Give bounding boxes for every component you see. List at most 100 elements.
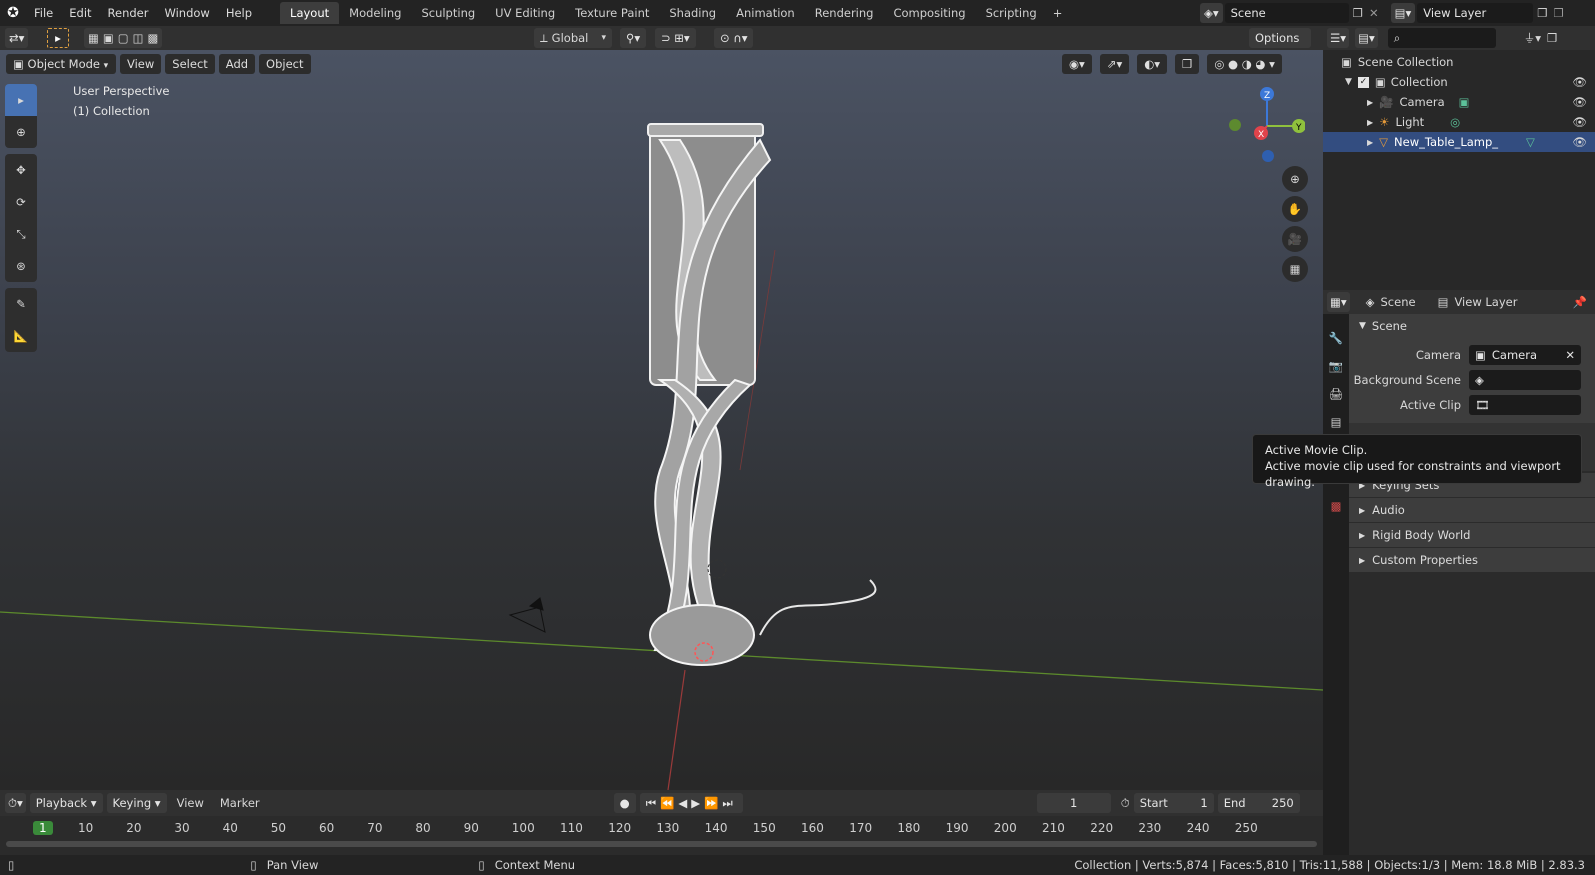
expand-icon[interactable]: ▶ (1367, 138, 1373, 147)
outliner-row-camera[interactable]: ▶ 🎥 Camera ▣ 👁 (1323, 92, 1595, 112)
keying-menu[interactable]: Keying ▾ (106, 793, 167, 813)
eye-icon[interactable]: 👁 (1572, 75, 1587, 89)
pan-hand-icon[interactable]: ✋ (1282, 196, 1308, 222)
scene-copy-icon[interactable]: ❐ (1353, 6, 1363, 20)
menu-edit[interactable]: Edit (61, 2, 99, 24)
visibility-icon[interactable]: ◉▾ (1062, 54, 1092, 74)
outliner-row-new-table-lamp[interactable]: ▶ ▽ New_Table_Lamp_ ▽ 👁 (1323, 132, 1595, 152)
move-tool[interactable]: ✥ (5, 154, 37, 186)
scale-tool[interactable]: ⤡ (5, 218, 37, 250)
menu-render[interactable]: Render (100, 2, 157, 24)
rigid-body-world-panel[interactable]: ▶ Rigid Body World (1349, 523, 1595, 547)
zoom-icon[interactable]: ⊕ (1282, 166, 1308, 192)
mesh-data-icon[interactable]: ▽ (1526, 135, 1535, 149)
shading-modes[interactable]: ◎ ● ◑ ◕ ▾ (1207, 54, 1282, 74)
timeline-view-menu[interactable]: View (171, 796, 210, 810)
marker-menu[interactable]: Marker (214, 796, 266, 810)
scene-name-field[interactable]: Scene (1224, 3, 1349, 23)
camera-view-icon[interactable]: 🎥 (1282, 226, 1308, 252)
view-layer-tab-icon[interactable]: ▤ (1323, 408, 1349, 436)
output-tab-icon[interactable]: 🖨 (1323, 380, 1349, 408)
gizmo-toggle-icon[interactable]: ⇗▾ (1099, 54, 1130, 74)
measure-tool[interactable]: 📐 (5, 320, 37, 352)
tab-compositing[interactable]: Compositing (883, 2, 975, 24)
light-data-icon[interactable]: ◎ (1450, 115, 1460, 129)
frame-ruler[interactable]: 1 10 20 30 40 50 60 70 80 90 100 110 120 130 140 150 160… (0, 816, 1323, 838)
scene-panel-header[interactable]: ▼ Scene (1349, 314, 1595, 338)
options-dropdown[interactable]: Options ▾ (1249, 28, 1311, 65)
menu-select[interactable]: Select (165, 54, 215, 74)
tool-tab-icon[interactable]: 🔧 (1323, 324, 1349, 352)
background-scene-field[interactable]: ◈ (1469, 369, 1581, 390)
end-frame-field[interactable]: End 250 (1217, 793, 1300, 813)
overlay-toggle-icon[interactable]: ◐▾ (1137, 54, 1168, 74)
proportional-edit-button[interactable]: ⊙ ∩▾ (714, 28, 754, 48)
tab-modeling[interactable]: Modeling (339, 2, 411, 24)
select-new-icon[interactable]: ▦ (88, 31, 99, 45)
xray-toggle-icon[interactable]: ❐ (1175, 54, 1200, 74)
outliner-row-light[interactable]: ▶ ☀ Light ◎ 👁 (1323, 112, 1595, 132)
playback-controls[interactable]: ⏮⏪◀▶⏩⏭ (639, 793, 743, 813)
timeline-scrollbar[interactable] (6, 841, 1317, 847)
tab-scripting[interactable]: Scripting (976, 2, 1047, 24)
tab-sculpting[interactable]: Sculpting (411, 2, 485, 24)
tab-rendering[interactable]: Rendering (805, 2, 884, 24)
outliner-row-collection[interactable]: ▼ ✓ ▣ Collection 👁 (1323, 72, 1595, 92)
menu-view[interactable]: View (120, 54, 162, 74)
filter-icon[interactable]: ⏚▾ (1524, 30, 1541, 46)
transform-tool[interactable]: ⊛ (5, 250, 37, 282)
eye-icon[interactable]: 👁 (1572, 135, 1587, 149)
tab-texture-paint[interactable]: Texture Paint (565, 2, 659, 24)
tab-shading[interactable]: Shading (659, 2, 726, 24)
render-tab-icon[interactable]: 📷 (1323, 352, 1349, 380)
navigation-gizmo[interactable]: Z Y X (1225, 86, 1305, 166)
tab-layout[interactable]: Layout (280, 2, 340, 24)
expand-icon[interactable]: ▶ (1367, 98, 1373, 107)
editor-type-button[interactable]: ⇄▾ (5, 28, 29, 48)
menu-window[interactable]: Window (156, 2, 217, 24)
pin-icon[interactable]: 📌 (1573, 295, 1587, 309)
mode-dropdown[interactable]: ▣ Object Mode ▾ (6, 54, 116, 74)
select-box-tool[interactable]: ▸ (5, 84, 37, 116)
properties-editor-type-button[interactable]: ▦▾ (1327, 292, 1350, 312)
new-collection-icon[interactable]: ❐ (1547, 31, 1557, 45)
camera-data-icon[interactable]: ▣ (1459, 95, 1470, 109)
annotate-tool[interactable]: ✎ (5, 288, 37, 320)
display-mode-button[interactable]: ▤▾ (1355, 28, 1378, 48)
transform-orientation-dropdown[interactable]: ⟂ Global ▾ (534, 28, 612, 48)
texture-tab-icon[interactable]: ▩ (1323, 492, 1349, 520)
menu-object[interactable]: Object (259, 54, 311, 74)
select-intersect-icon[interactable]: ▩ (148, 31, 159, 45)
custom-properties-panel[interactable]: ▶ Custom Properties (1349, 548, 1595, 572)
expand-icon[interactable]: ▼ (1345, 77, 1352, 87)
checkbox-icon[interactable]: ✓ (1357, 76, 1369, 88)
start-frame-field[interactable]: Start 1 (1133, 793, 1214, 813)
view-layer-name-field[interactable]: View Layer (1417, 3, 1534, 23)
cursor-tool[interactable]: ⊕ (5, 116, 37, 148)
expand-icon[interactable]: ▶ (1367, 118, 1373, 127)
add-workspace-button[interactable]: + (1047, 2, 1069, 24)
3d-viewport[interactable]: ▣ Object Mode ▾ View Select Add Object ◉… (0, 50, 1323, 790)
outliner-search-input[interactable]: ⌕ (1387, 28, 1496, 48)
select-tool-icon[interactable]: ▸ (47, 28, 69, 48)
view-layer-copy-icon[interactable]: ❐ (1537, 6, 1547, 20)
eye-icon[interactable]: 👁 (1572, 115, 1587, 129)
outliner-editor-type-button[interactable]: ☰▾ (1327, 28, 1350, 48)
menu-add[interactable]: Add (218, 54, 256, 74)
timeline-editor-type-button[interactable]: ⏱▾ (5, 793, 26, 813)
eye-icon[interactable]: 👁 (1572, 95, 1587, 109)
pivot-point-button[interactable]: ⚲▾ (620, 28, 647, 48)
menu-file[interactable]: File (26, 2, 61, 24)
active-clip-field[interactable]: 🎞 (1469, 394, 1581, 415)
breadcrumb-view-layer[interactable]: View Layer (1454, 295, 1517, 309)
camera-prop-field[interactable]: ▣ Camera ✕ (1469, 344, 1581, 365)
snap-button[interactable]: ⊃ ⊞▾ (655, 28, 696, 48)
scene-browse-button[interactable]: ◈▾ (1200, 3, 1223, 23)
select-subtract-icon[interactable]: ▢ (118, 31, 129, 45)
select-extend-icon[interactable]: ▣ (103, 31, 114, 45)
tab-animation[interactable]: Animation (726, 2, 805, 24)
view-layer-close-icon[interactable]: ❐ (1554, 6, 1564, 20)
playback-menu[interactable]: Playback ▾ (29, 793, 103, 813)
ortho-grid-icon[interactable]: ▦ (1282, 256, 1308, 282)
clear-icon[interactable]: ✕ (1565, 345, 1575, 365)
